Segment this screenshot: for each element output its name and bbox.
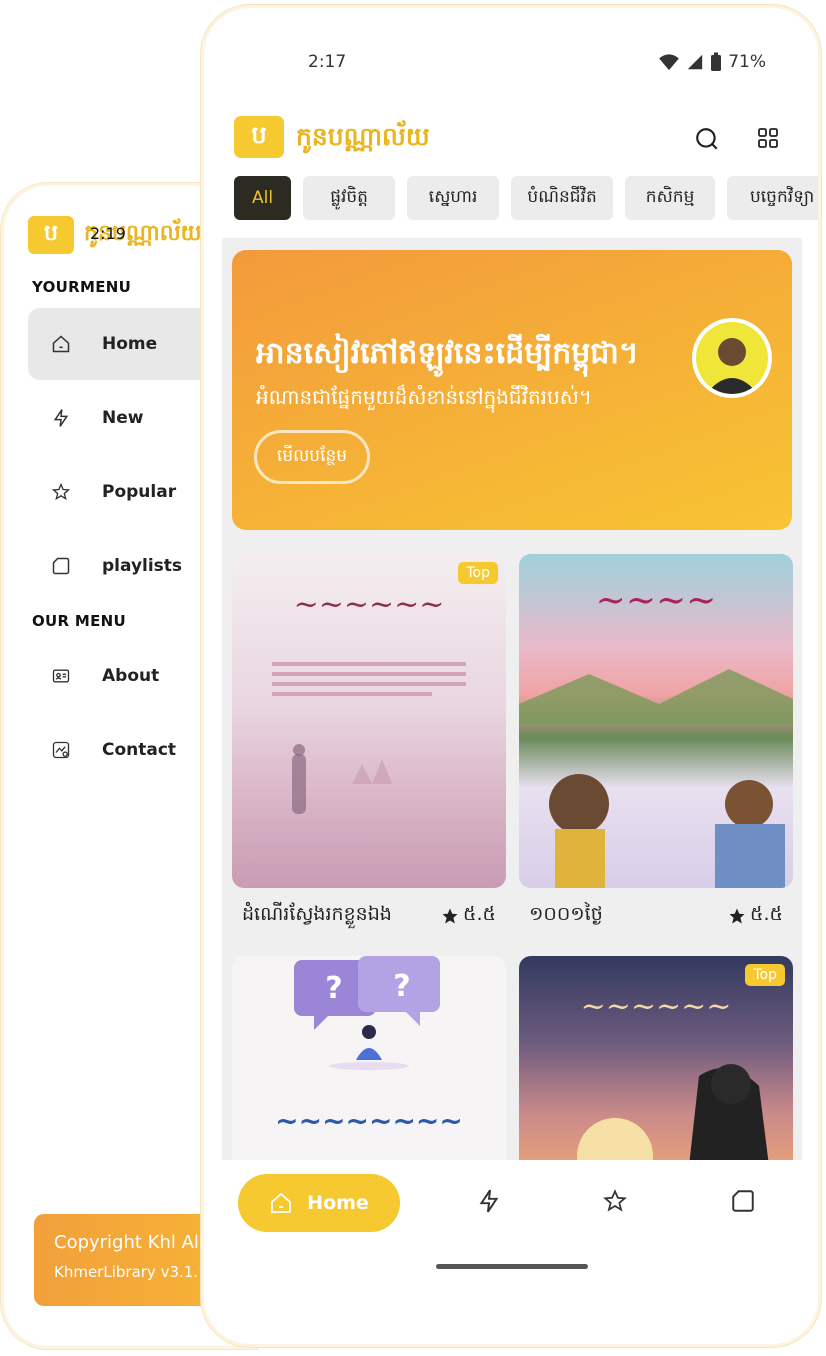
book-card[interactable]: ~~~~ ១០០១ថ្ងៃ ៥.៥: [519, 554, 793, 930]
author-avatar: [692, 318, 772, 398]
category-chips: All ផ្លូវចិត្ត ស្នេហារ បំណិនជីវិត កសិកម្…: [234, 176, 818, 220]
book-cover: ~~~~: [519, 554, 793, 888]
banner-subtitle: អំណានជាផ្នែកមួយដ៏សំខាន់នៅក្នុងជីវិតរបស់។: [256, 385, 592, 409]
chip-category[interactable]: កសិកម្ម: [625, 176, 716, 220]
lightning-icon: [50, 407, 72, 429]
book-rating: ៥.៥: [728, 902, 783, 930]
status-time: 2:17: [308, 52, 347, 72]
home-icon: [50, 333, 72, 355]
playlist-icon: [50, 555, 72, 577]
home-phone: 2:17 71% ប កូនបណ្ណាល័យ All ផ្លូវចិត្ត ស្…: [204, 8, 818, 1344]
drawer-item-label: New: [102, 408, 144, 428]
svg-text:?: ?: [325, 971, 342, 1006]
lightning-icon[interactable]: [476, 1188, 504, 1216]
playlist-icon[interactable]: [730, 1188, 758, 1216]
search-icon[interactable]: [694, 126, 720, 152]
see-more-button[interactable]: មើលបន្ថែម: [254, 430, 370, 484]
top-badge: Top: [745, 964, 785, 986]
drawer-status-time: 2:19: [90, 224, 126, 243]
drawer-item-label: Contact: [102, 740, 177, 760]
book-card[interactable]: ~~~~~~ Top: [519, 956, 793, 1160]
nav-home-label: Home: [307, 1192, 369, 1214]
star-icon: [50, 481, 72, 503]
star-icon[interactable]: [602, 1188, 630, 1216]
app-title: កូនបណ្ណាល័យ: [296, 122, 430, 151]
home-icon: [271, 1192, 292, 1213]
star-filled-icon: [442, 908, 458, 924]
grid-view-icon[interactable]: [756, 126, 780, 150]
book-title: ដំណើរស្វែងរកខ្លួនឯង: [242, 903, 392, 925]
battery-percent: 71%: [728, 52, 766, 72]
drawer-logo: ប: [28, 216, 74, 254]
book-card[interactable]: ? ? ~~~~~~~~: [232, 956, 506, 1160]
status-indicators: 71%: [658, 52, 766, 72]
wifi-icon: [659, 54, 680, 71]
app-logo: ប: [234, 116, 284, 158]
nav-home-button[interactable]: Home: [238, 1174, 400, 1232]
bottom-navigation: Home: [204, 1160, 818, 1260]
book-title: ១០០១ថ្ងៃ: [529, 903, 603, 925]
chip-category[interactable]: បំណិនជីវិត: [511, 176, 614, 220]
home-indicator: [436, 1264, 588, 1269]
rating-value: ៥.៥: [750, 903, 783, 925]
svg-text:~~~~~~: ~~~~~~: [294, 587, 445, 622]
section-your-menu: YOURMENU: [32, 278, 132, 296]
svg-text:?: ?: [393, 969, 410, 1004]
book-cover: ? ? ~~~~~~~~: [232, 956, 506, 1160]
svg-text:~~~~: ~~~~: [596, 580, 717, 621]
star-filled-icon: [729, 908, 745, 924]
banner-title: អានសៀវភៅឥឡូវនេះដើម្បីកម្ពុជា។: [256, 336, 639, 371]
battery-icon: [711, 52, 722, 71]
section-our-menu: OUR MENU: [32, 612, 127, 630]
svg-text:~~~~~~: ~~~~~~: [581, 989, 732, 1024]
svg-text:~~~~~~~~: ~~~~~~~~: [275, 1104, 463, 1137]
drawer-item-label: Popular: [102, 482, 177, 502]
main-content: អានសៀវភៅឥឡូវនេះដើម្បីកម្ពុជា។ អំណានជាផ្ន…: [222, 238, 802, 1160]
top-badge: Top: [458, 562, 498, 584]
drawer-item-label: playlists: [102, 556, 183, 576]
drawer-item-label: Home: [102, 334, 158, 354]
app-bar: ប កូនបណ្ណាល័យ: [234, 116, 794, 162]
signal-icon: [688, 54, 703, 70]
chip-category[interactable]: ផ្លូវចិត្ត: [303, 176, 396, 220]
rating-value: ៥.៥: [463, 903, 496, 925]
chip-category[interactable]: បច្ចេកវិទ្យា: [727, 176, 818, 220]
contact-icon: [50, 739, 72, 761]
drawer-item-label: About: [102, 666, 160, 686]
status-bar: 2:17 71%: [204, 52, 818, 78]
book-cover: ~~~~~~ Top: [519, 956, 793, 1160]
chip-category[interactable]: ស្នេហារ: [407, 176, 500, 220]
book-card[interactable]: ~~~~~~ Top ដំណើរស្វែងរកខ្លួនឯង ៥.៥: [232, 554, 506, 930]
promo-banner: អានសៀវភៅឥឡូវនេះដើម្បីកម្ពុជា។ អំណានជាផ្ន…: [232, 250, 792, 530]
chip-all[interactable]: All: [234, 176, 292, 220]
book-cover: ~~~~~~ Top: [232, 554, 506, 888]
book-rating: ៥.៥: [441, 902, 496, 930]
id-card-icon: [50, 665, 72, 687]
